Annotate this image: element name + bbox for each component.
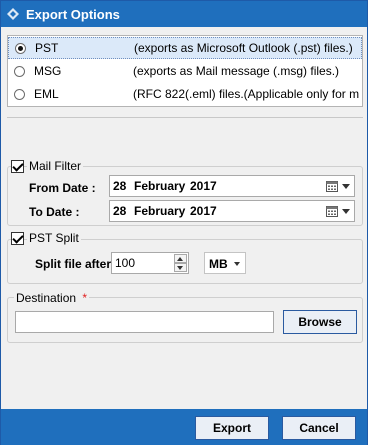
spin-up-button[interactable] (174, 254, 187, 263)
radio-icon[interactable] (15, 42, 26, 54)
from-year[interactable]: 2017 (190, 179, 217, 193)
pst-split-label: PST Split (27, 231, 81, 245)
from-month[interactable]: February (134, 179, 185, 193)
mail-filter-label: Mail Filter (27, 159, 84, 173)
format-option-pst[interactable]: PST (exports as Microsoft Outlook (.pst)… (8, 37, 362, 59)
radio-icon[interactable] (14, 65, 25, 77)
chevron-down-icon[interactable] (342, 184, 350, 189)
to-year[interactable]: 2017 (190, 204, 217, 218)
app-logo-icon (7, 8, 19, 20)
chevron-down-icon[interactable] (342, 209, 350, 214)
to-day[interactable]: 28 (113, 204, 126, 218)
calendar-icon[interactable] (326, 180, 338, 192)
format-name: MSG (34, 64, 62, 78)
to-date-picker[interactable]: 28 February 2017 (109, 200, 355, 222)
required-mark: * (82, 291, 88, 305)
title-bar: Export Options (1, 1, 367, 27)
mail-filter-checkbox[interactable] (11, 160, 24, 173)
format-list: PST (exports as Microsoft Outlook (.pst)… (7, 35, 363, 107)
destination-label-text: Destination (16, 291, 77, 305)
export-options-dialog: Export Options PST (exports as Microsoft… (0, 0, 368, 445)
cancel-button[interactable]: Cancel (282, 416, 356, 440)
split-file-label: Split file after (35, 257, 112, 271)
size-unit-value: MB (209, 257, 228, 271)
to-month[interactable]: February (134, 204, 185, 218)
format-description: (exports as Microsoft Outlook (.pst) fil… (134, 41, 353, 55)
divider (7, 117, 363, 118)
radio-icon[interactable] (14, 88, 25, 100)
chevron-down-icon (177, 266, 183, 270)
format-option-eml[interactable]: EML (RFC 822(.eml) files.(Applicable onl… (8, 83, 362, 105)
pst-split-checkbox[interactable] (11, 232, 24, 245)
from-date-picker[interactable]: 28 February 2017 (109, 175, 355, 197)
format-name: EML (34, 87, 59, 101)
destination-path-input[interactable] (15, 311, 274, 333)
size-unit-select[interactable]: MB (204, 252, 246, 274)
format-name: PST (35, 41, 59, 55)
calendar-icon[interactable] (326, 205, 338, 217)
chevron-down-icon (234, 262, 240, 266)
split-size-value[interactable]: 100 (115, 256, 135, 270)
spin-down-button[interactable] (174, 263, 187, 272)
dialog-title: Export Options (26, 6, 120, 22)
format-option-msg[interactable]: MSG (exports as Mail message (.msg) file… (8, 60, 362, 82)
format-description: (exports as Mail message (.msg) files.) (133, 64, 340, 78)
split-size-stepper[interactable]: 100 (111, 252, 189, 274)
browse-button[interactable]: Browse (283, 310, 357, 334)
to-date-label: To Date : (29, 205, 80, 219)
destination-label: Destination * (14, 291, 90, 305)
from-date-label: From Date : (29, 181, 96, 195)
format-description: (RFC 822(.eml) files.(Applicable only fo… (133, 87, 359, 101)
export-button[interactable]: Export (195, 416, 269, 440)
chevron-up-icon (177, 257, 183, 261)
from-day[interactable]: 28 (113, 179, 126, 193)
